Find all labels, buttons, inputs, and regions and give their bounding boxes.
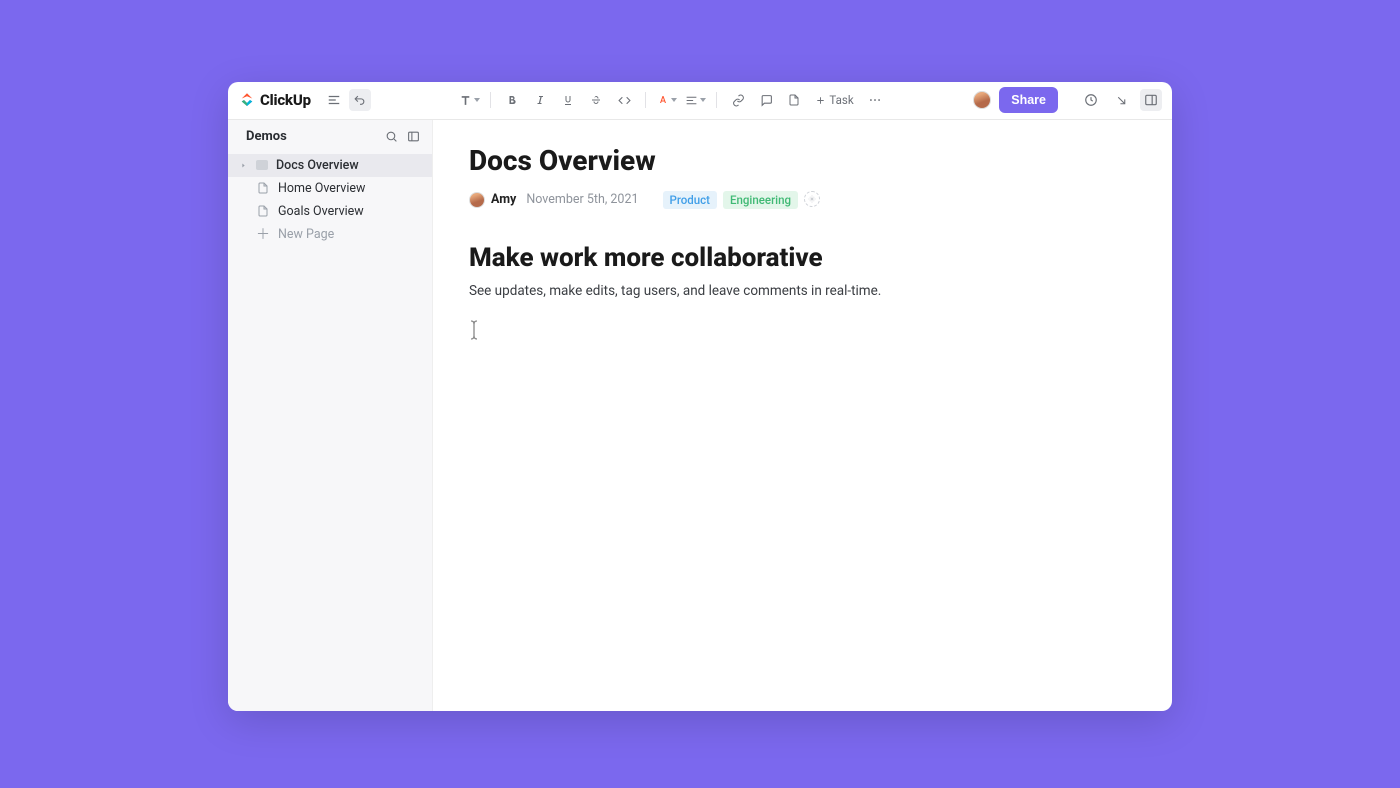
doc-icon: [256, 160, 268, 170]
sidebar-item-label: Home Overview: [278, 181, 365, 196]
text-style-dropdown[interactable]: [458, 89, 480, 111]
export-button[interactable]: [1110, 89, 1132, 111]
document-date: November 5th, 2021: [526, 192, 638, 207]
formatting-toolbar: Task: [375, 89, 969, 111]
history-button[interactable]: [1080, 89, 1102, 111]
brand: ClickUp: [238, 91, 311, 109]
chevron-down-icon: [671, 98, 677, 102]
code-button[interactable]: [613, 89, 635, 111]
sidebar-nav: Docs Overview Home Overview Goals Overvi…: [228, 150, 432, 246]
text-color-dropdown[interactable]: [656, 89, 678, 111]
section-heading[interactable]: Make work more collaborative: [469, 243, 1136, 273]
strikethrough-button[interactable]: [585, 89, 607, 111]
sidebar: Demos Docs Overview: [228, 120, 433, 711]
chevron-down-icon: [474, 98, 480, 102]
underline-button[interactable]: [557, 89, 579, 111]
separator: [645, 92, 646, 108]
separator: [490, 92, 491, 108]
more-button[interactable]: [864, 89, 886, 111]
app-window: ClickUp: [228, 82, 1172, 711]
chevron-right-icon: [238, 162, 248, 169]
bold-button[interactable]: [501, 89, 523, 111]
tag-engineering[interactable]: Engineering: [723, 191, 798, 209]
share-button[interactable]: Share: [999, 87, 1058, 113]
sidebar-header: Demos: [228, 120, 432, 150]
sidebar-panel-button[interactable]: [404, 128, 422, 146]
user-avatar[interactable]: [973, 91, 991, 109]
clickup-logo-icon: [238, 91, 256, 109]
sidebar-new-page-label: New Page: [278, 227, 334, 242]
sidebar-item-label: Goals Overview: [278, 204, 364, 219]
sidebar-title: Demos: [246, 129, 287, 144]
sidebar-item-home-overview[interactable]: Home Overview: [228, 177, 432, 200]
plus-icon: ＋: [256, 227, 270, 241]
add-tag-button[interactable]: [804, 191, 820, 207]
app-body: Demos Docs Overview: [228, 120, 1172, 711]
undo-button[interactable]: [349, 89, 371, 111]
add-task-label: Task: [829, 93, 853, 107]
author-name: Amy: [491, 192, 516, 207]
collapse-sidebar-button[interactable]: [323, 89, 345, 111]
author-avatar: [469, 192, 485, 208]
attach-doc-button[interactable]: [783, 89, 805, 111]
document-author[interactable]: Amy: [469, 192, 516, 208]
add-task-button[interactable]: Task: [811, 91, 857, 109]
comment-button[interactable]: [755, 89, 777, 111]
sidebar-item-goals-overview[interactable]: Goals Overview: [228, 200, 432, 223]
topbar: ClickUp: [228, 82, 1172, 120]
tag-product[interactable]: Product: [663, 191, 718, 209]
text-cursor-icon: [469, 319, 1136, 341]
italic-button[interactable]: [529, 89, 551, 111]
topbar-right: Share: [973, 87, 1162, 113]
document-content[interactable]: Docs Overview Amy November 5th, 2021 Pro…: [433, 120, 1172, 711]
separator: [716, 92, 717, 108]
document-title[interactable]: Docs Overview: [469, 144, 1136, 177]
brand-name: ClickUp: [260, 91, 311, 109]
page-icon: [256, 204, 270, 218]
document-meta: Amy November 5th, 2021 Product Engineeri…: [469, 191, 1136, 209]
sidebar-new-page[interactable]: ＋ New Page: [228, 223, 432, 246]
sidebar-item-docs-overview[interactable]: Docs Overview: [228, 154, 432, 177]
sidebar-search-button[interactable]: [382, 128, 400, 146]
link-button[interactable]: [727, 89, 749, 111]
chevron-down-icon: [700, 98, 706, 102]
align-dropdown[interactable]: [684, 89, 706, 111]
page-icon: [256, 181, 270, 195]
sidebar-item-label: Docs Overview: [276, 158, 359, 173]
panel-toggle-button[interactable]: [1140, 89, 1162, 111]
document-tags: Product Engineering: [663, 191, 821, 209]
section-paragraph[interactable]: See updates, make edits, tag users, and …: [469, 283, 1136, 299]
